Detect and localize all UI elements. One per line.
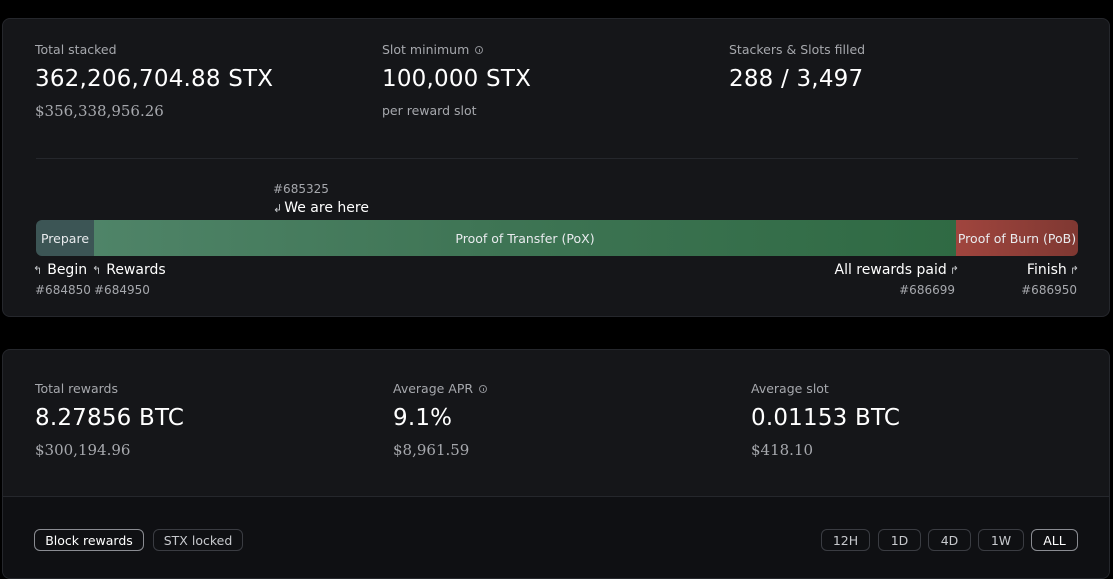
current-position-marker: #685325 ↲ We are here <box>273 182 369 216</box>
milestone-finish-block: #686950 <box>1021 283 1077 297</box>
divider <box>36 158 1078 159</box>
milestone-rewards: ↰ Rewards <box>92 262 166 278</box>
average-apr-label-row: Average APR <box>393 381 488 396</box>
total-stacked-label: Total stacked <box>35 42 117 57</box>
corner-up-arrow-icon: ↱ <box>1069 263 1079 277</box>
milestone-finish-label: Finish <box>1026 262 1067 278</box>
range-1d-button[interactable]: 1D <box>878 529 921 551</box>
stacking-cycle-card: Total stacked 362,206,704.88 STX $356,33… <box>2 18 1110 317</box>
slot-minimum-value: 100,000 STX <box>382 66 532 92</box>
milestone-all-rewards-paid: All rewards paid ↱ <box>835 262 960 278</box>
current-block-number: #685325 <box>273 182 329 196</box>
total-rewards-value: 8.27856 BTC <box>35 405 185 431</box>
corner-up-arrow-icon: ↰ <box>33 263 43 277</box>
stackers-slots-label: Stackers & Slots filled <box>729 42 866 57</box>
milestone-begin: ↰ Begin <box>33 262 87 278</box>
tab-block-rewards[interactable]: Block rewards <box>34 529 144 551</box>
arrow-down-left-icon: ↲ <box>273 201 283 215</box>
slot-minimum-label: Slot minimum <box>382 42 470 57</box>
average-slot-value: 0.01153 BTC <box>751 405 901 431</box>
stackers-slots-value: 288 / 3,497 <box>729 66 864 92</box>
we-are-here-label: We are here <box>284 200 369 216</box>
total-stacked-stat: Total stacked 362,206,704.88 STX $356,33… <box>35 42 273 120</box>
average-slot-label: Average slot <box>751 381 829 396</box>
total-rewards-label: Total rewards <box>35 381 118 396</box>
pox-phase: Proof of Transfer (PoX) <box>94 220 956 256</box>
milestone-rewards-label: Rewards <box>106 262 166 278</box>
range-all-button[interactable]: ALL <box>1031 529 1078 551</box>
pob-phase: Proof of Burn (PoB) <box>956 220 1078 256</box>
milestone-all-paid-block: #686699 <box>899 283 955 297</box>
total-stacked-value: 362,206,704.88 STX <box>35 66 274 92</box>
corner-up-arrow-icon: ↱ <box>949 263 959 277</box>
milestone-begin-label: Begin <box>47 262 88 278</box>
milestone-rewards-block: #684950 <box>94 283 150 297</box>
chart-controls-bar: Block rewards STX locked 12H 1D 4D 1W AL… <box>3 496 1109 578</box>
tab-stx-locked[interactable]: STX locked <box>153 529 243 551</box>
corner-up-arrow-icon: ↰ <box>92 263 102 277</box>
rewards-card: Total rewards 8.27856 BTC $300,194.96 Av… <box>2 349 1110 579</box>
stackers-slots-stat: Stackers & Slots filled 288 / 3,497 <box>729 42 865 92</box>
average-apr-value: 9.1% <box>393 405 453 431</box>
total-rewards-usd: $300,194.96 <box>35 441 131 459</box>
range-4d-button[interactable]: 4D <box>928 529 971 551</box>
info-icon[interactable] <box>475 45 484 54</box>
range-1w-button[interactable]: 1W <box>978 529 1024 551</box>
total-stacked-usd: $356,338,956.26 <box>35 102 164 120</box>
average-slot-stat: Average slot 0.01153 BTC $418.10 <box>751 381 900 459</box>
average-apr-label: Average APR <box>393 381 474 396</box>
average-apr-stat: Average APR 9.1% $8,961.59 <box>393 381 488 459</box>
milestone-finish: Finish ↱ <box>1027 262 1079 278</box>
average-apr-usd: $8,961.59 <box>393 441 470 459</box>
average-slot-usd: $418.10 <box>751 441 814 459</box>
prepare-phase: Prepare <box>36 220 94 256</box>
slot-minimum-stat: Slot minimum 100,000 STX per reward slot <box>382 42 531 118</box>
info-icon[interactable] <box>479 384 488 393</box>
range-12h-button[interactable]: 12H <box>821 529 870 551</box>
slot-minimum-sub: per reward slot <box>382 103 477 118</box>
milestone-all-paid-label: All rewards paid <box>834 262 947 278</box>
milestone-begin-block: #684850 <box>35 283 91 297</box>
total-rewards-stat: Total rewards 8.27856 BTC $300,194.96 <box>35 381 184 459</box>
slot-minimum-label-row: Slot minimum <box>382 42 531 57</box>
cycle-timeline-bar: Prepare Proof of Transfer (PoX) Proof of… <box>36 220 1078 256</box>
we-are-here-row: ↲ We are here <box>273 200 369 216</box>
